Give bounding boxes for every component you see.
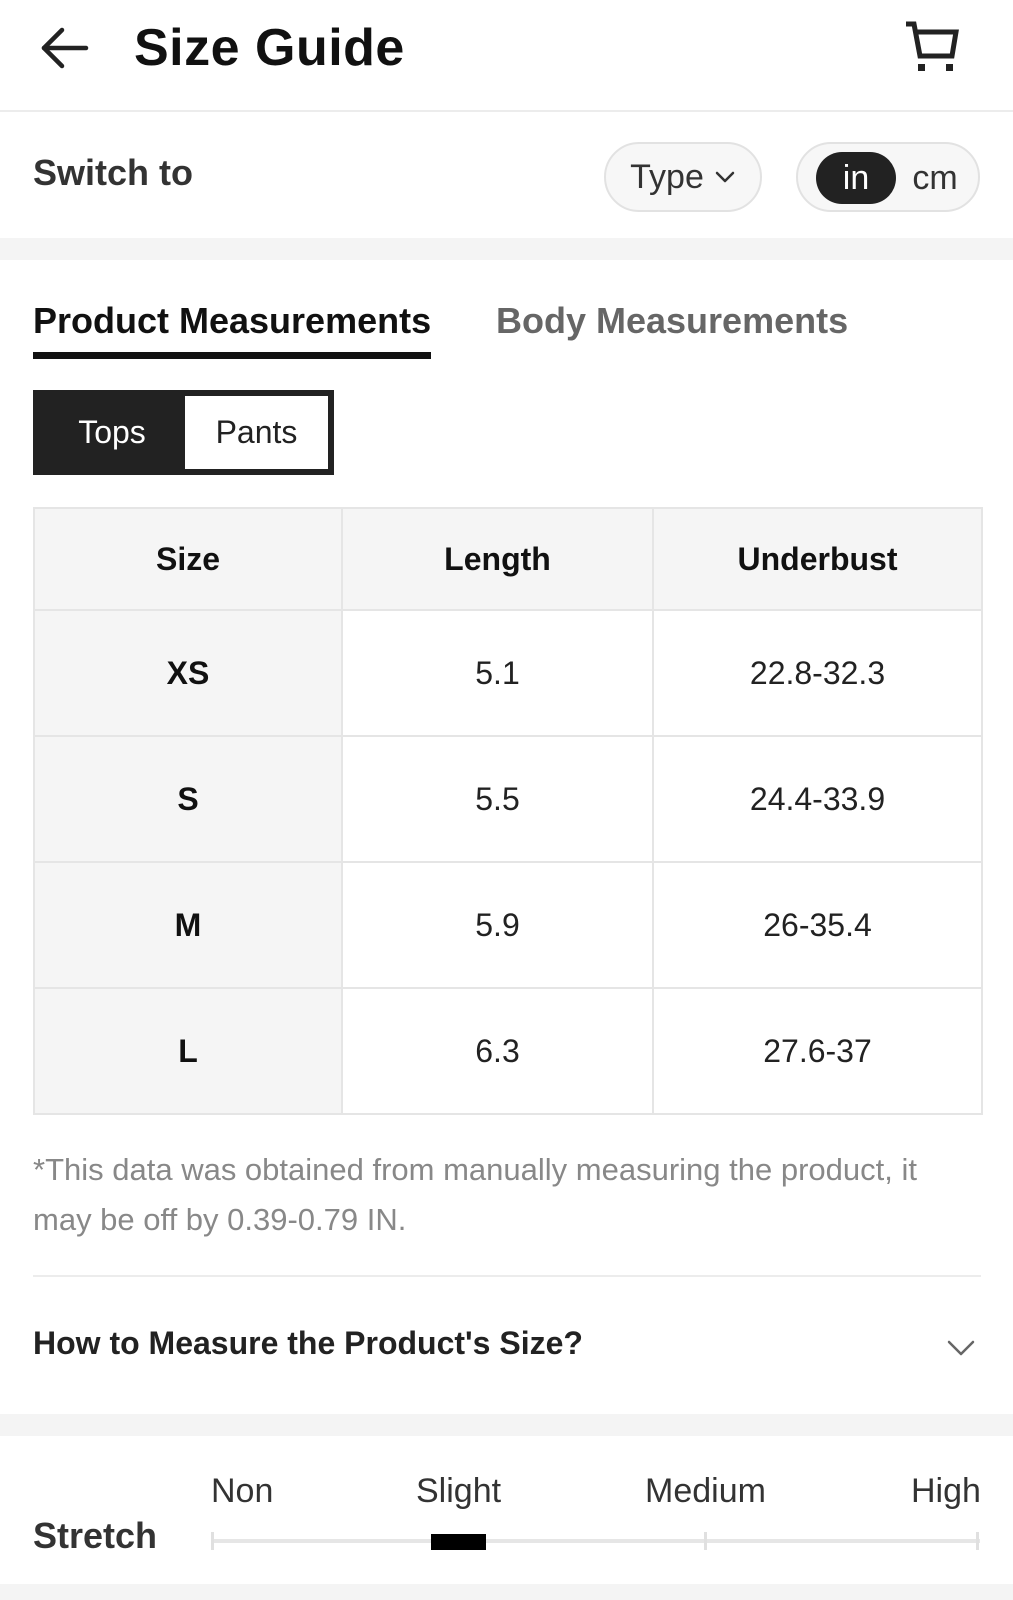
arrow-left-icon bbox=[41, 27, 89, 69]
category-segment: Tops Pants bbox=[33, 390, 334, 475]
length-cell: 6.3 bbox=[341, 987, 654, 1115]
size-cell: M bbox=[33, 861, 343, 989]
section-divider bbox=[0, 1414, 1013, 1436]
column-header-length: Length bbox=[341, 507, 654, 611]
stretch-level-non: Non bbox=[211, 1472, 274, 1510]
how-to-measure-label: How to Measure the Product's Size? bbox=[33, 1325, 583, 1361]
unit-in-button[interactable]: in bbox=[816, 152, 896, 204]
stretch-tick bbox=[704, 1532, 707, 1550]
stretch-level-medium: Medium bbox=[645, 1472, 766, 1510]
stretch-label: Stretch bbox=[33, 1515, 158, 1556]
stretch-tick bbox=[211, 1532, 214, 1550]
underbust-cell: 24.4-33.9 bbox=[652, 735, 983, 863]
length-cell: 5.1 bbox=[341, 609, 654, 737]
back-button[interactable] bbox=[38, 22, 90, 74]
section-divider bbox=[0, 1584, 1013, 1600]
unit-cm-button[interactable]: cm bbox=[902, 152, 968, 204]
type-dropdown[interactable]: Type bbox=[604, 142, 762, 212]
stretch-level-high: High bbox=[911, 1472, 981, 1510]
stretch-track bbox=[212, 1539, 980, 1543]
segment-pants[interactable]: Pants bbox=[185, 396, 328, 469]
active-tab-indicator bbox=[33, 352, 431, 359]
stretch-level-slight: Slight bbox=[416, 1472, 502, 1510]
table-row: S 5.5 24.4-33.9 bbox=[33, 735, 983, 863]
how-to-measure-toggle[interactable]: How to Measure the Product's Size? bbox=[33, 1310, 981, 1380]
type-label: Type bbox=[630, 157, 704, 196]
cart-icon bbox=[906, 21, 959, 71]
switch-row: Switch to Type in cm bbox=[0, 114, 1013, 238]
length-cell: 5.9 bbox=[341, 861, 654, 989]
table-header-row: Size Length Underbust bbox=[33, 507, 983, 611]
section-divider bbox=[0, 238, 1013, 260]
segment-tops[interactable]: Tops bbox=[39, 396, 185, 469]
top-bar: Size Guide bbox=[0, 0, 1013, 112]
measurement-note: *This data was obtained from manually me… bbox=[33, 1152, 917, 1237]
table-row: L 6.3 27.6-37 bbox=[33, 987, 983, 1115]
divider bbox=[33, 1275, 981, 1277]
size-table: Size Length Underbust XS 5.1 22.8-32.3 S… bbox=[33, 507, 983, 1115]
length-cell: 5.5 bbox=[341, 735, 654, 863]
underbust-cell: 26-35.4 bbox=[652, 861, 983, 989]
unit-toggle: in cm bbox=[796, 142, 980, 212]
column-header-underbust: Underbust bbox=[652, 507, 983, 611]
size-cell: L bbox=[33, 987, 343, 1115]
size-cell: S bbox=[33, 735, 343, 863]
page-title: Size Guide bbox=[134, 19, 405, 77]
tab-product-measurements[interactable]: Product Measurements bbox=[33, 300, 431, 342]
underbust-cell: 27.6-37 bbox=[652, 987, 983, 1115]
stretch-indicator bbox=[431, 1534, 486, 1550]
column-header-size: Size bbox=[33, 507, 343, 611]
switch-label: Switch to bbox=[33, 152, 193, 193]
table-row: XS 5.1 22.8-32.3 bbox=[33, 609, 983, 737]
stretch-tick bbox=[976, 1532, 979, 1550]
underbust-cell: 22.8-32.3 bbox=[652, 609, 983, 737]
tab-body-measurements[interactable]: Body Measurements bbox=[496, 300, 848, 342]
chevron-down-icon bbox=[947, 1340, 975, 1356]
chevron-down-icon bbox=[715, 171, 735, 183]
cart-button[interactable] bbox=[902, 18, 962, 78]
table-row: M 5.9 26-35.4 bbox=[33, 861, 983, 989]
size-cell: XS bbox=[33, 609, 343, 737]
